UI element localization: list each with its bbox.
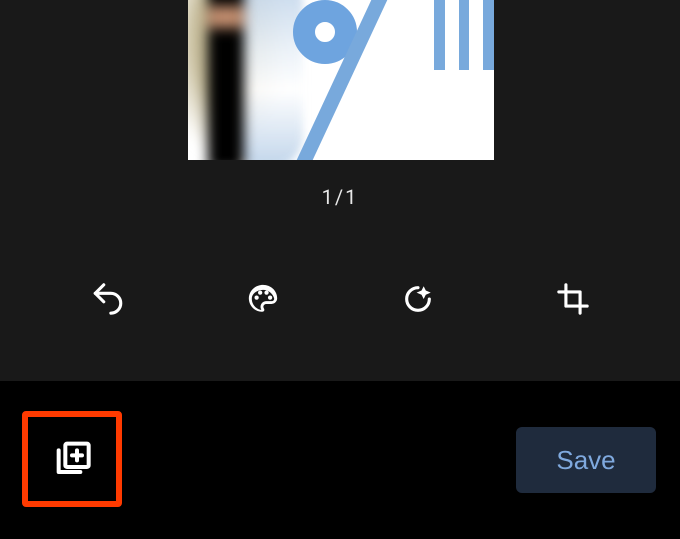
edit-toolbar: [0, 221, 680, 381]
save-button-label: Save: [556, 445, 615, 476]
photo-counter: 1/1: [0, 185, 680, 209]
palette-icon: [246, 282, 280, 320]
auto-enhance-button[interactable]: [388, 271, 448, 331]
crop-icon: [556, 282, 590, 320]
bottom-bar: Save: [0, 381, 680, 539]
undo-icon: [91, 282, 125, 320]
undo-button[interactable]: [78, 271, 138, 331]
photo-thumbnail[interactable]: [188, 0, 494, 160]
add-collage-button[interactable]: [22, 411, 122, 507]
crop-button[interactable]: [543, 271, 603, 331]
sparkle-icon: [401, 282, 435, 320]
save-button[interactable]: Save: [516, 427, 656, 493]
add-collage-icon: [52, 437, 92, 481]
photo-preview-area: 1/1: [0, 0, 680, 221]
palette-button[interactable]: [233, 271, 293, 331]
